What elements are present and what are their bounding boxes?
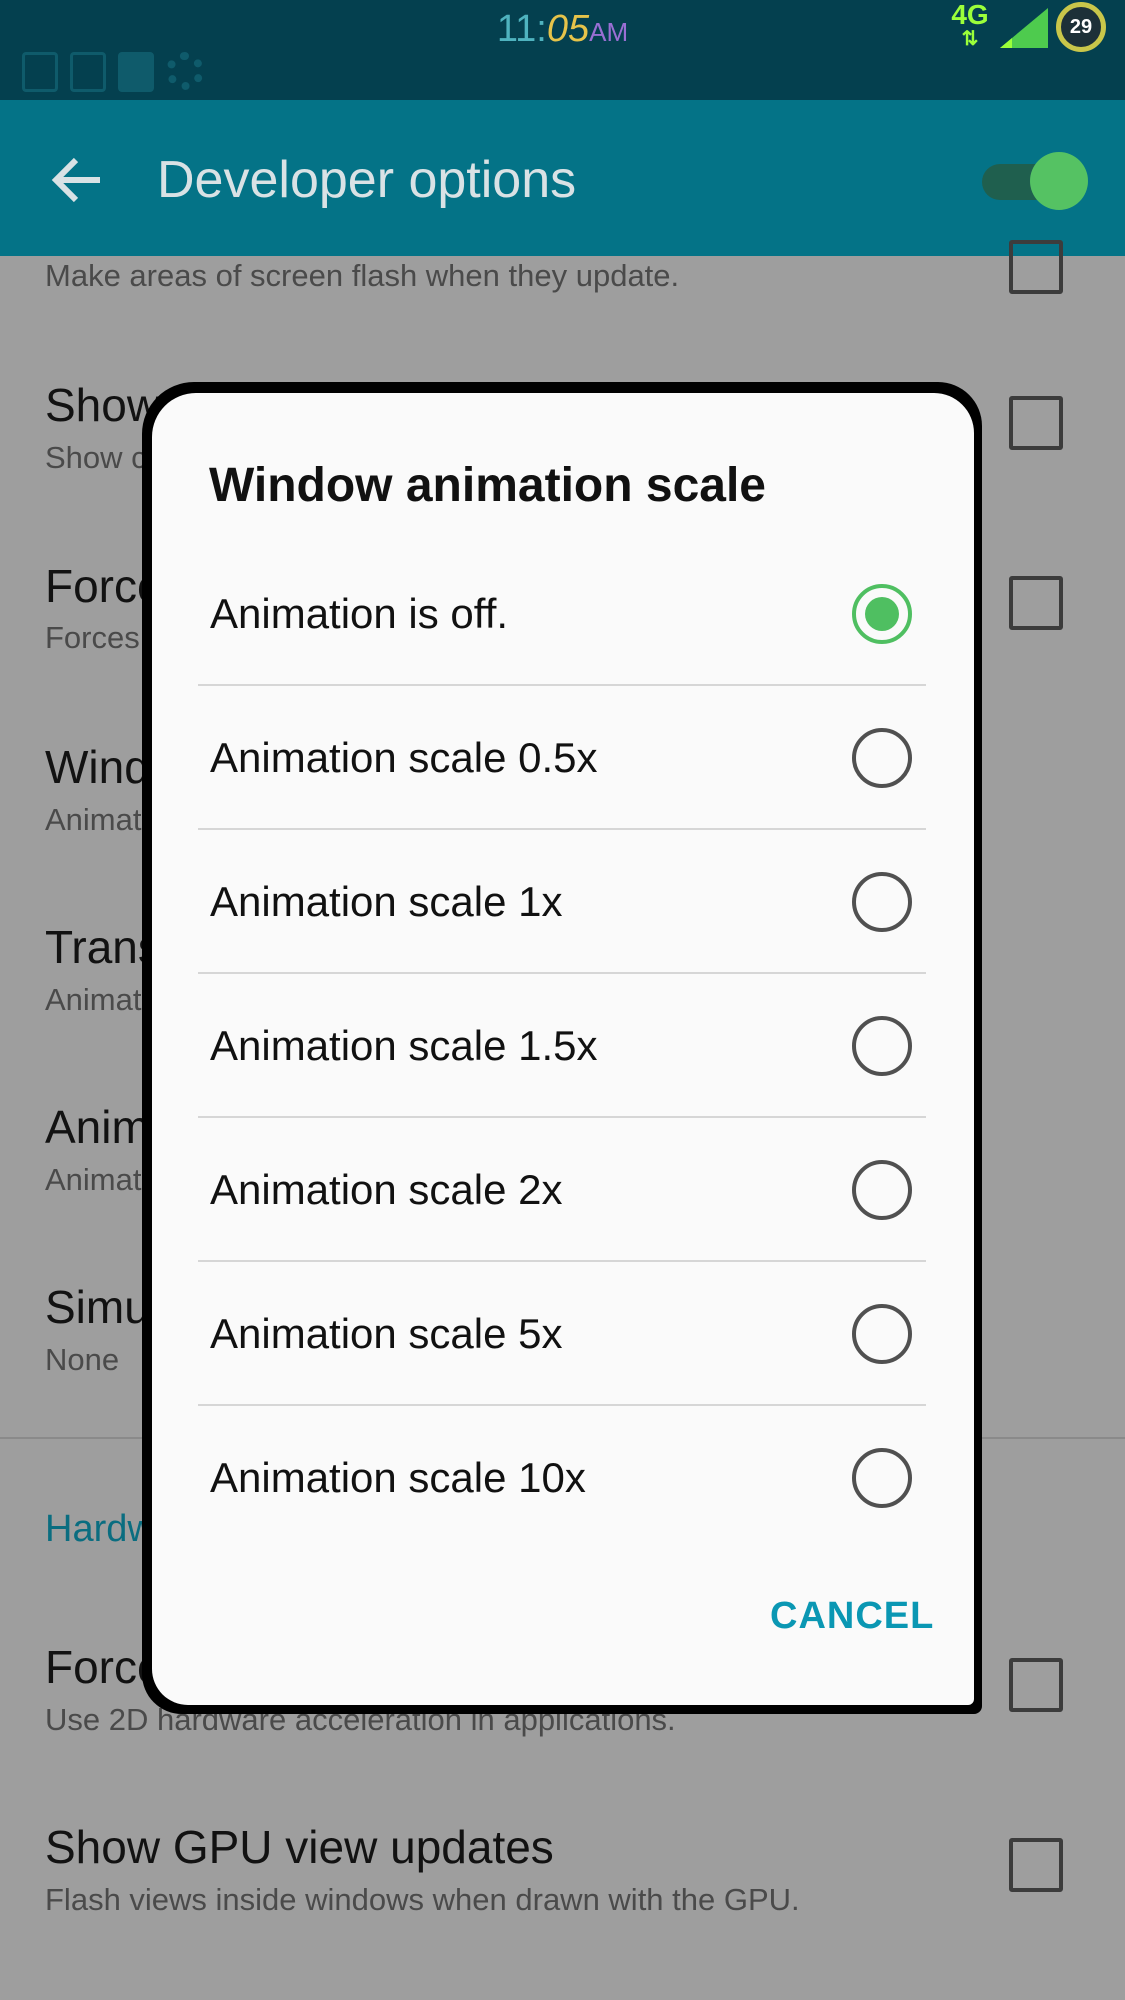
file-icon	[118, 52, 154, 92]
setting-title: Show GPU view updates	[45, 1821, 554, 1873]
radio-unselected[interactable]	[852, 1448, 912, 1508]
network-type: 4G	[951, 0, 989, 30]
radio-unselected[interactable]	[852, 1016, 912, 1076]
setting-subtitle: Flash views inside windows when drawn wi…	[45, 1882, 800, 1917]
option-label: Animation scale 10x	[210, 1454, 586, 1501]
option-label: Animation scale 0.5x	[210, 734, 598, 781]
data-arrows-icon: ⇅	[961, 28, 979, 50]
option-scale-2x[interactable]: Animation scale 2x	[198, 1118, 926, 1262]
setting-subtitle: Animat	[45, 1162, 142, 1197]
radio-unselected[interactable]	[852, 1160, 912, 1220]
radio-unselected[interactable]	[852, 728, 912, 788]
section-header: Hardw	[45, 1508, 155, 1550]
option-label: Animation scale 2x	[210, 1166, 563, 1213]
setting-title: Wind	[45, 741, 150, 793]
radio-unselected[interactable]	[852, 872, 912, 932]
option-label: Animation scale 1.5x	[210, 1022, 598, 1069]
network-indicator: 4G ⇅	[948, 0, 992, 50]
option-scale-10x[interactable]: Animation scale 10x	[198, 1406, 926, 1550]
option-scale-5x[interactable]: Animation scale 5x	[198, 1262, 926, 1406]
radio-selected[interactable]	[852, 584, 912, 644]
option-label: Animation scale 5x	[210, 1310, 563, 1357]
settings-icon	[166, 52, 204, 90]
option-scale-1-5x[interactable]: Animation scale 1.5x	[198, 974, 926, 1118]
arrow-back-icon[interactable]	[48, 150, 108, 210]
setting-title: Anim	[45, 1101, 150, 1153]
app-bar: Developer options	[0, 100, 1125, 256]
signal-icon	[1000, 8, 1048, 48]
battery-indicator: 29	[1056, 2, 1106, 52]
clock-minutes: 05	[546, 8, 590, 50]
setting-checkbox[interactable]	[1009, 576, 1063, 630]
setting-subtitle: Animat	[45, 802, 142, 837]
clock-ampm: AM	[589, 17, 629, 47]
screenshot-icon	[22, 52, 58, 92]
setting-checkbox[interactable]	[1009, 1658, 1063, 1712]
gallery-icon	[70, 52, 106, 92]
setting-title: Simu	[45, 1281, 150, 1333]
option-label: Animation scale 1x	[210, 878, 563, 925]
setting-subtitle: Forces	[45, 620, 140, 655]
notification-icons	[22, 52, 204, 92]
toggle-thumb	[1030, 152, 1088, 210]
setting-subtitle: None	[45, 1342, 120, 1377]
option-scale-1x[interactable]: Animation scale 1x	[198, 830, 926, 974]
developer-options-toggle[interactable]	[982, 148, 1088, 210]
clock-hour: 11:	[496, 8, 547, 50]
page-title: Developer options	[157, 151, 577, 209]
setting-checkbox[interactable]	[1009, 240, 1063, 294]
cancel-button[interactable]: CANCEL	[760, 1595, 944, 1638]
status-bar: 11:05AM 4G ⇅ 29	[0, 0, 1125, 100]
dialog-title: Window animation scale	[209, 459, 766, 512]
option-animation-off[interactable]: Animation is off.	[198, 542, 926, 686]
radio-unselected[interactable]	[852, 1304, 912, 1364]
option-scale-0-5x[interactable]: Animation scale 0.5x	[198, 686, 926, 830]
setting-subtitle: Animat	[45, 982, 142, 1017]
option-label: Animation is off.	[210, 590, 509, 637]
setting-checkbox[interactable]	[1009, 396, 1063, 450]
setting-subtitle: Show c	[45, 440, 147, 475]
setting-subtitle: Make areas of screen flash when they upd…	[45, 258, 680, 293]
setting-checkbox[interactable]	[1009, 1838, 1063, 1892]
